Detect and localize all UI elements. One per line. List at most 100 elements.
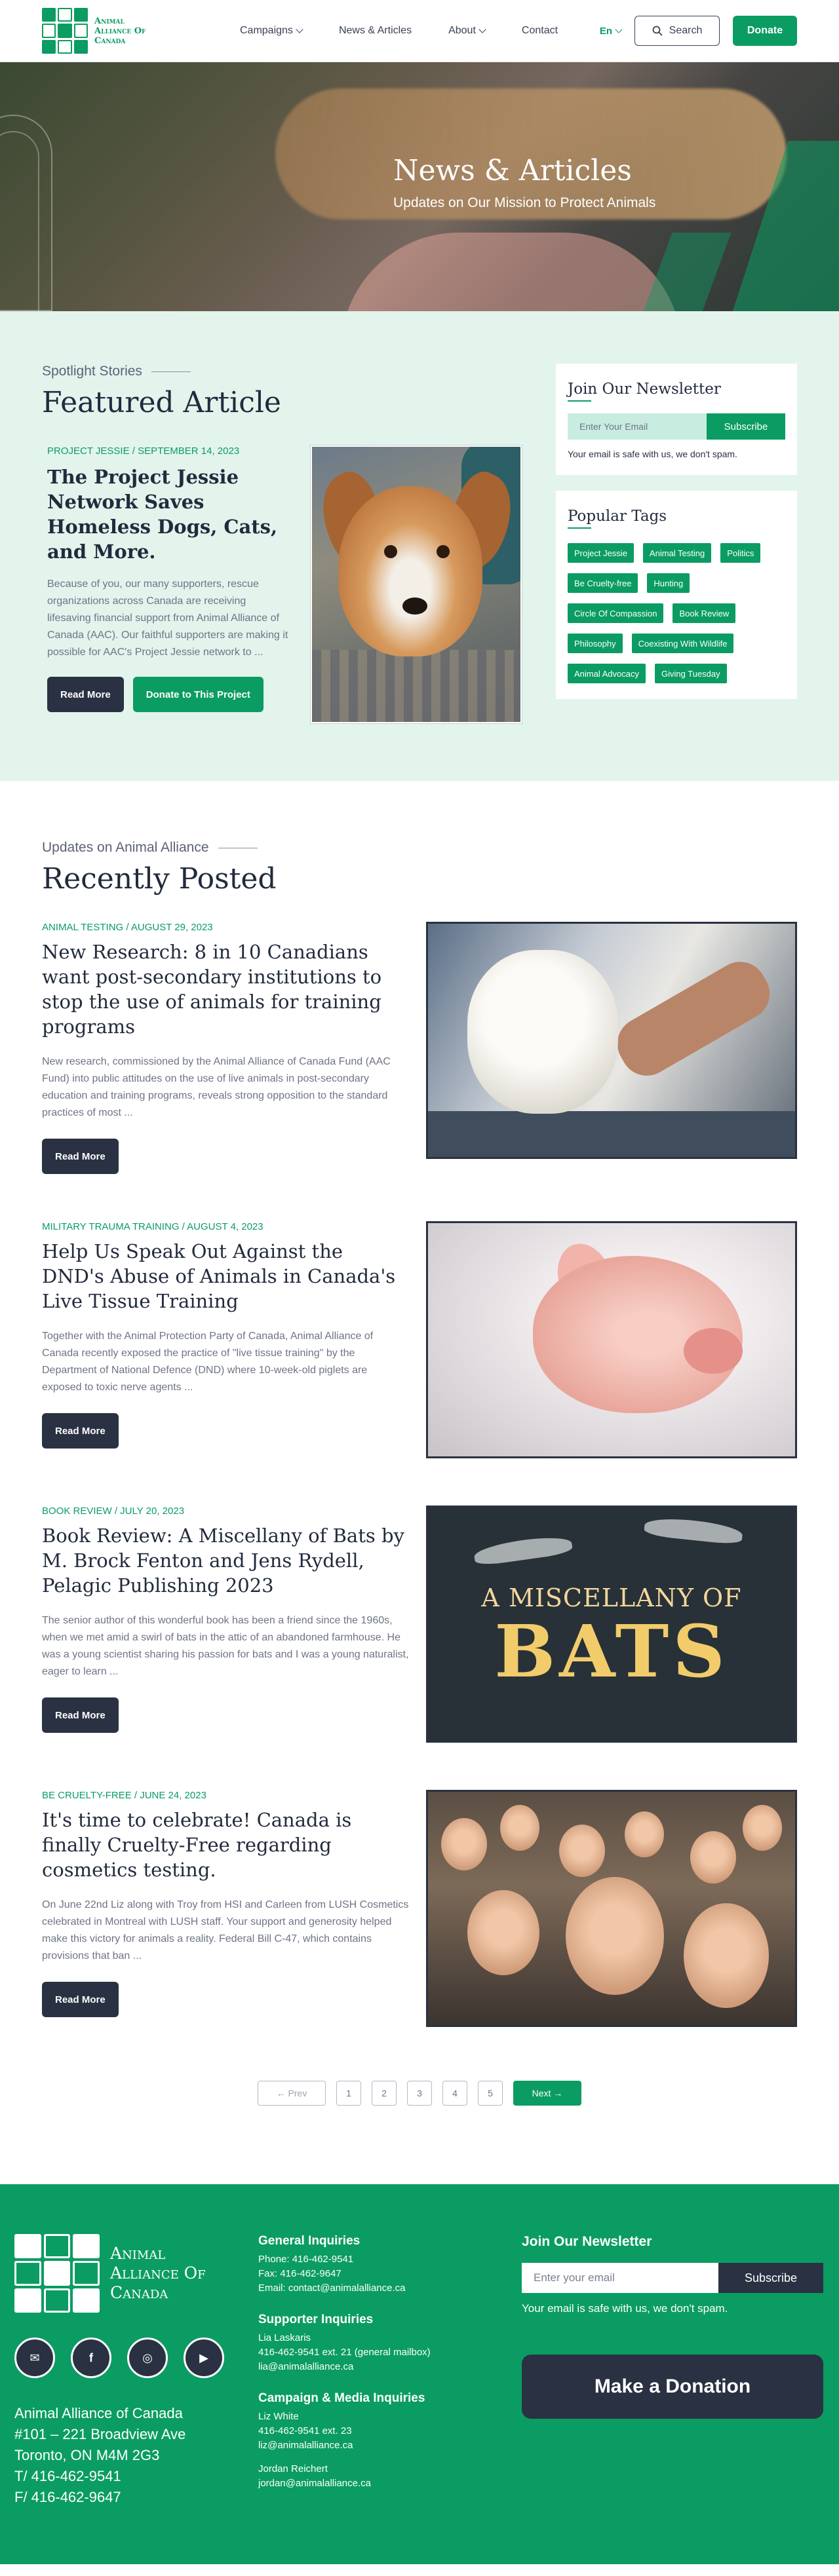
chevron-down-icon [478, 25, 486, 33]
hero-subtitle: Updates on Our Mission to Protect Animal… [393, 195, 656, 210]
post-title[interactable]: Book Review: A Miscellany of Bats by M. … [42, 1523, 409, 1598]
contact-email-link[interactable]: jordan@animalalliance.ca [258, 2476, 522, 2491]
site-logo[interactable]: Animal Alliance Of Canada [42, 8, 199, 54]
tag-coexisting-with-wildlife[interactable]: Coexisting With Wildlife [631, 634, 734, 653]
donate-button[interactable]: Donate [733, 16, 797, 46]
read-more-button[interactable]: Read More [42, 1982, 119, 2017]
read-more-button[interactable]: Read More [47, 677, 124, 712]
page-button-2[interactable]: 2 [372, 2081, 397, 2106]
campaign-inquiries-title: Campaign & Media Inquiries [258, 2391, 425, 2405]
contact-email-link[interactable]: Email: contact@animalalliance.ca [258, 2281, 522, 2296]
article-title[interactable]: The Project Jessie Network Saves Homeles… [47, 464, 288, 564]
post-title[interactable]: New Research: 8 in 10 Canadians want pos… [42, 939, 409, 1039]
youtube-icon[interactable]: ▶ [184, 2338, 224, 2378]
footer-logo[interactable]: Animal Alliance Of Canada [14, 2234, 258, 2313]
post-excerpt: Together with the Animal Protection Part… [42, 1331, 374, 1393]
nav-about[interactable]: About [448, 25, 486, 37]
read-more-button[interactable]: Read More [42, 1697, 119, 1733]
post-excerpt: New research, commissioned by the Animal… [42, 1056, 391, 1118]
logo-icon [42, 8, 88, 54]
kicker-text: Updates on Animal Alliance [42, 840, 209, 855]
tag-hunting[interactable]: Hunting [647, 573, 690, 593]
supporter-inquiries-title: Supporter Inquiries [258, 2313, 374, 2326]
sidebar: Join Our Newsletter Enter Your Email Sub… [556, 364, 797, 723]
post-excerpt: The senior author of this wonderful book… [42, 1615, 409, 1677]
footer-logo-text: Animal Alliance Of Canada [110, 2244, 206, 2302]
page-button-4[interactable]: 4 [442, 2081, 467, 2106]
tag-project-jessie[interactable]: Project Jessie [568, 543, 634, 563]
donate-project-button[interactable]: Donate to This Project [132, 677, 263, 712]
section-title: Featured Article [42, 386, 281, 419]
tag-circle-of-compassion[interactable]: Circle Of Compassion [568, 603, 664, 623]
post-meta[interactable]: MILITARY TRAUMA TRAINING / AUGUST 4, 202… [42, 1221, 409, 1232]
address-line: Toronto, ON M4M 2G3 [14, 2447, 160, 2463]
page-button-1[interactable]: 1 [336, 2081, 361, 2106]
language-label: En [599, 25, 612, 37]
section-kicker: Spotlight Stories [42, 364, 527, 379]
nav-label: News & Articles [338, 25, 412, 36]
footer-newsletter-title: Join Our Newsletter [522, 2234, 652, 2249]
contact-email-link[interactable]: liz@animalalliance.ca [258, 2438, 522, 2453]
search-button[interactable]: Search [634, 16, 720, 46]
post-title[interactable]: Help Us Speak Out Against the DND's Abus… [42, 1239, 409, 1314]
email-icon[interactable]: ✉ [14, 2338, 55, 2378]
post-image[interactable] [426, 922, 797, 1159]
footer-email-input[interactable]: Enter your email [522, 2263, 718, 2293]
newsletter-note: Your email is safe with us, we don't spa… [568, 449, 737, 459]
search-icon [652, 26, 663, 36]
nav-campaigns[interactable]: Campaigns [240, 25, 303, 37]
next-page-button[interactable]: Next → [513, 2081, 581, 2106]
contact-email-link[interactable]: lia@animalalliance.ca [258, 2360, 522, 2374]
book-cover-title: BATS [494, 1609, 729, 1694]
article-excerpt: Because of you, our many supporters, res… [47, 578, 288, 658]
article-meta[interactable]: PROJECT JESSIE / SEPTEMBER 14, 2023 [47, 445, 288, 457]
post-image[interactable] [426, 1790, 797, 2027]
language-select[interactable]: En [599, 25, 623, 37]
footer-address: Animal Alliance of Canada #101 – 221 Bro… [14, 2403, 258, 2508]
post-meta[interactable]: BE CRUELTY-FREE / JUNE 24, 2023 [42, 1790, 409, 1801]
featured-image-dog[interactable] [309, 445, 523, 724]
subscribe-button[interactable]: Subscribe [707, 413, 785, 440]
phone-line: T/ 416-462-9541 [14, 2468, 121, 2484]
post-meta[interactable]: ANIMAL TESTING / AUGUST 29, 2023 [42, 922, 409, 933]
make-donation-button[interactable]: Make a Donation [522, 2355, 823, 2419]
divider [568, 527, 591, 529]
hero-decoration [0, 131, 39, 311]
tag-philosophy[interactable]: Philosophy [568, 634, 623, 653]
tag-giving-tuesday[interactable]: Giving Tuesday [655, 664, 727, 683]
divider [568, 400, 591, 402]
chevron-down-icon [615, 25, 623, 33]
instagram-icon[interactable]: ◎ [127, 2338, 168, 2378]
footer-newsletter-note: Your email is safe with us, we don't spa… [522, 2302, 728, 2315]
chevron-down-icon [296, 25, 303, 33]
tag-politics[interactable]: Politics [720, 543, 761, 563]
prev-page-button[interactable]: ← Prev [258, 2081, 326, 2106]
hero-image-hand [341, 233, 682, 311]
nav-news-articles[interactable]: News & Articles [339, 25, 412, 37]
tag-animal-testing[interactable]: Animal Testing [642, 543, 712, 563]
nav-contact[interactable]: Contact [522, 25, 558, 37]
footer-subscribe-button[interactable]: Subscribe [718, 2263, 823, 2293]
popular-tags-card: Popular Tags Project Jessie Animal Testi… [556, 491, 797, 699]
newsletter-card: Join Our Newsletter Enter Your Email Sub… [556, 364, 797, 475]
contact-line: Liz White [258, 2411, 299, 2422]
section-title: Recently Posted [42, 862, 277, 896]
newsletter-email-input[interactable]: Enter Your Email [568, 413, 707, 440]
post-meta[interactable]: BOOK REVIEW / JULY 20, 2023 [42, 1506, 409, 1517]
facebook-icon[interactable]: f [71, 2338, 111, 2378]
nav-label: Campaigns [240, 25, 293, 36]
tag-animal-advocacy[interactable]: Animal Advocacy [568, 664, 646, 683]
post-image[interactable] [426, 1221, 797, 1458]
footer-newsletter: Join Our Newsletter Enter your email Sub… [522, 2234, 823, 2525]
read-more-button[interactable]: Read More [42, 1413, 119, 1449]
page-button-5[interactable]: 5 [478, 2081, 503, 2106]
post-title[interactable]: It's time to celebrate! Canada is finall… [42, 1808, 409, 1882]
tag-book-review[interactable]: Book Review [673, 603, 736, 623]
post-image[interactable]: A MISCELLANY OF BATS [426, 1506, 797, 1743]
tag-be-cruelty-free[interactable]: Be Cruelty-free [568, 573, 638, 593]
page-button-3[interactable]: 3 [407, 2081, 432, 2106]
contact-line: Lia Laskaris [258, 2332, 311, 2343]
contact-line: 416-462-9541 ext. 23 [258, 2425, 352, 2436]
read-more-button[interactable]: Read More [42, 1139, 119, 1174]
hero-banner: News & Articles Updates on Our Mission t… [0, 62, 839, 311]
